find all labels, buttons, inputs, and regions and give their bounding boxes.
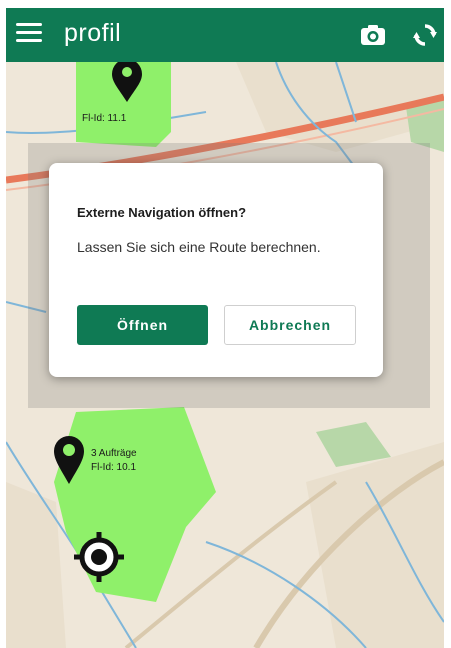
navigation-dialog: Externe Navigation öffnen? Lassen Sie si… <box>49 163 383 377</box>
app-title: profil <box>64 19 122 47</box>
sync-icon[interactable] <box>410 20 440 50</box>
field-id-label: Fl-Id: 11.1 <box>82 113 127 124</box>
app-frame: profil Fl-Id: 11.1 3 Aufträge Fl-Id: 10.… <box>6 8 444 648</box>
dialog-message: Lassen Sie sich eine Route berechnen. <box>77 239 321 255</box>
gps-locate-icon[interactable] <box>72 530 126 584</box>
hamburger-menu-icon[interactable] <box>16 23 42 45</box>
open-button[interactable]: Öffnen <box>77 305 208 345</box>
dialog-title: Externe Navigation öffnen? <box>77 205 247 220</box>
camera-icon[interactable] <box>358 20 388 50</box>
field-orders-label: 3 Aufträge <box>91 448 137 459</box>
map-pin-icon[interactable] <box>52 436 86 484</box>
field-id-label: Fl-Id: 10.1 <box>91 462 137 473</box>
cancel-button[interactable]: Abbrechen <box>224 305 356 345</box>
map-pin-icon[interactable] <box>110 62 144 102</box>
app-bar: profil <box>6 8 444 62</box>
